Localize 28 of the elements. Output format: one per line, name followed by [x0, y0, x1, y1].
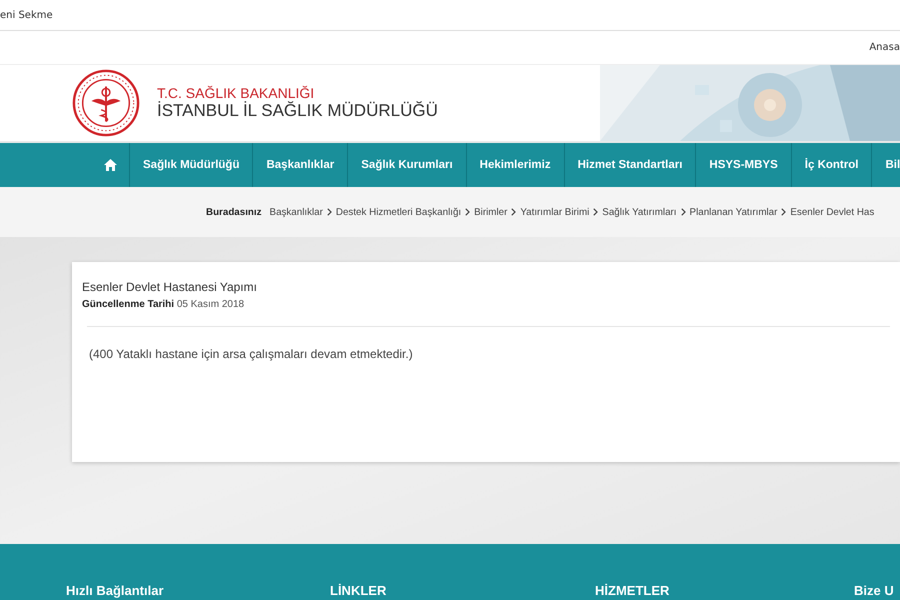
directorate-title: İSTANBUL İL SAĞLIK MÜDÜRLÜĞÜ: [157, 101, 438, 121]
chevron-icon: [593, 208, 598, 216]
chevron-icon: [781, 208, 786, 216]
footer-heading: Bize U: [854, 583, 895, 598]
update-label: Güncellenme Tarihi: [82, 299, 174, 310]
footer-heading: LİNKLER: [330, 583, 388, 598]
breadcrumb-link[interactable]: Destek Hizmetleri Başkanlığı: [336, 206, 462, 218]
chevron-icon: [680, 208, 686, 216]
top-link[interactable]: Anasa: [869, 42, 900, 53]
ministry-title: T.C. SAĞLIK BAKANLIĞI: [157, 85, 316, 101]
breadcrumb-link[interactable]: Sağlık Yatırımları: [602, 206, 677, 218]
article-text: (400 Yataklı hastane için arsa çalışmaları devam etmektedir.): [89, 347, 414, 361]
footer-heading: Hızlı Bağlantılar: [66, 583, 165, 598]
article-title: Esenler Devlet Hastanesi Yapımı: [82, 280, 258, 294]
home-icon: [104, 159, 117, 171]
breadcrumb-link[interactable]: Birimler: [474, 206, 508, 218]
breadcrumb-link[interactable]: Yatırımlar Birimi: [520, 206, 590, 218]
seal-icon: [72, 69, 140, 137]
chevron-icon: [326, 208, 332, 216]
breadcrumb-link[interactable]: Planlanan Yatırımlar: [690, 206, 778, 218]
footer-heading: HİZMETLER: [595, 583, 670, 598]
breadcrumb-link[interactable]: Esenler Devlet Has: [790, 206, 874, 218]
update-date: 05 Kasım 2018: [176, 299, 244, 310]
chevron-icon: [511, 208, 516, 216]
chevron-icon: [465, 208, 470, 216]
breadcrumb-label: Buradasınız: [206, 206, 262, 218]
breadcrumb-link[interactable]: Başkanlıklar: [270, 206, 323, 218]
browser-tab-title[interactable]: eni Sekme: [0, 10, 53, 20]
